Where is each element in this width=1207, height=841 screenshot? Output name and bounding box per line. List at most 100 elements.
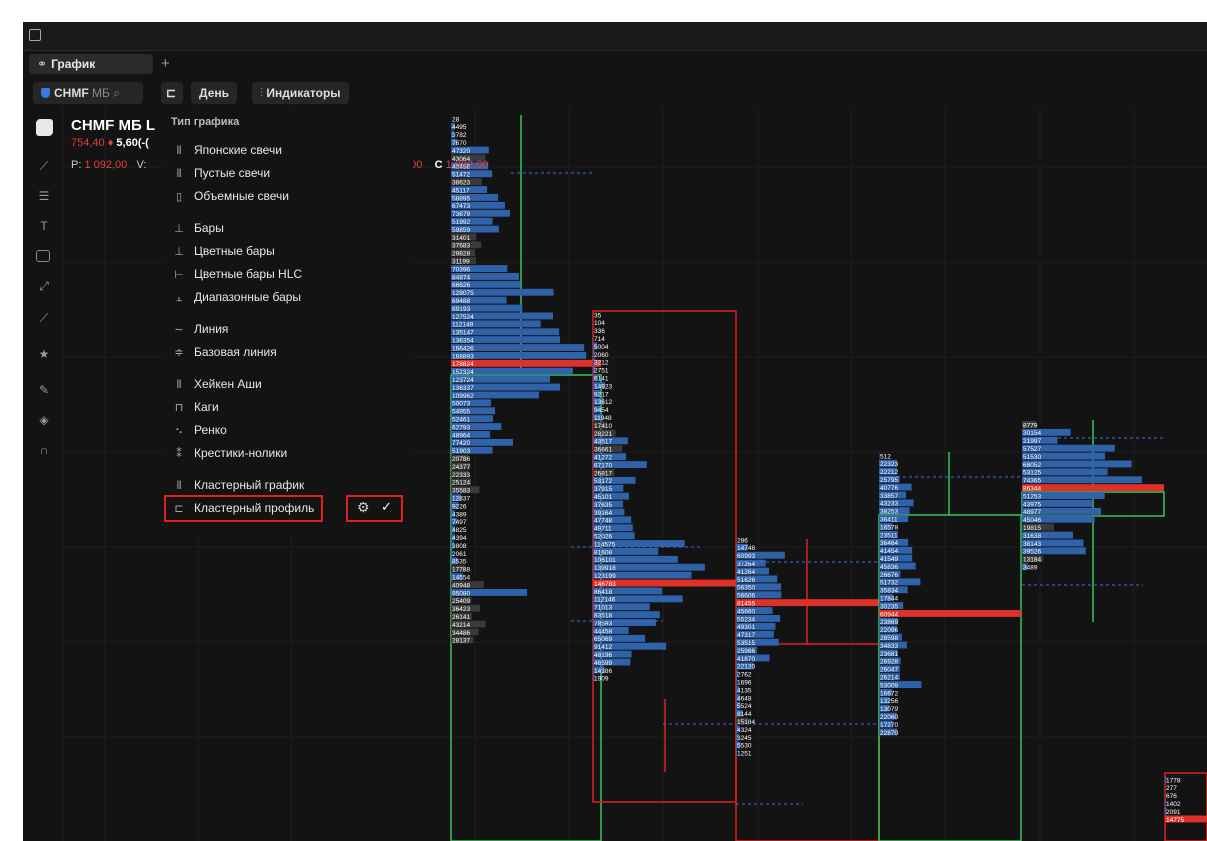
forecast-icon[interactable]: ⤢ — [36, 278, 52, 294]
volume-label: 51992 — [452, 219, 470, 226]
check-icon[interactable]: ✓ — [381, 499, 392, 515]
volume-label: 136337 — [452, 385, 474, 392]
volume-label: 28221 — [594, 431, 612, 438]
volume-label: 38623 — [452, 180, 470, 187]
highlight-cluster-profile — [164, 495, 323, 522]
volume-label: 12837 — [452, 496, 470, 503]
volume-label: 22060 — [880, 714, 898, 721]
menu-item-heikin-ashi[interactable]: ⫴ Хейкен Аши — [163, 374, 403, 394]
menu-item-label: Базовая линия — [194, 345, 277, 359]
volume-label: 9217 — [594, 391, 609, 398]
volume-label: 2061 — [452, 551, 467, 558]
volume-label: 86418 — [594, 589, 612, 596]
menu-item-renko[interactable]: ⠢ Ренко — [163, 420, 403, 440]
volume-label: 52026 — [594, 534, 612, 541]
volume-label: 714 — [594, 336, 605, 343]
price-value: 754,40 — [71, 137, 105, 149]
volume-label: 3212 — [594, 360, 609, 367]
menu-item-candles[interactable]: ⫴ Японские свечи — [163, 140, 403, 160]
volume-label: 33857 — [880, 493, 898, 500]
volume-label: 23511 — [880, 532, 898, 539]
text-icon[interactable]: T — [36, 218, 52, 234]
link-icon: ⚭ — [37, 57, 48, 71]
volume-label: 26817 — [594, 470, 612, 477]
menu-item-point-figure[interactable]: ⁑ Крестики-нолики — [163, 443, 403, 463]
menu-item-bars[interactable]: ⊥ Бары — [163, 218, 403, 238]
volume-label: 39164 — [594, 510, 612, 517]
point-figure-icon: ⁑ — [176, 448, 182, 460]
pencil-icon[interactable]: ✎ — [36, 382, 52, 398]
menu-item-hlc-bars[interactable]: ⊢ Цветные бары HLC — [163, 264, 403, 284]
volume-label: 166426 — [452, 345, 474, 352]
menu-item-line[interactable]: ∼ Линия — [163, 319, 403, 339]
indicators-icon: ⫶ — [260, 86, 264, 100]
menu-item-cluster-chart[interactable]: ⫴ Кластерный график — [163, 475, 403, 495]
volume-label: 1778 — [1166, 777, 1181, 784]
app-window: 28 4495 3782 7670 47320 43064 46488 51472 38623 4… — [23, 22, 1207, 841]
volume-label: 17844 — [880, 596, 898, 603]
symbol-search[interactable]: CHMF МБ ⌕ — [33, 82, 143, 104]
volume-label: 38253 — [880, 509, 898, 516]
volume-label: 25124 — [452, 480, 470, 487]
volume-label: 104 — [594, 320, 605, 327]
menu-item-range-bars[interactable]: ⫠ Диапазонные бары — [163, 287, 403, 307]
gear-icon[interactable]: ⚙ — [357, 499, 370, 516]
volume-label: 46599 — [594, 660, 612, 667]
hollow-candles-icon: ⫴ — [176, 168, 182, 180]
volume-label: 69488 — [452, 298, 470, 305]
volume-label: 48964 — [452, 432, 470, 439]
volume-label: 3245 — [737, 735, 752, 742]
volume-label: 55234 — [737, 616, 755, 623]
star-icon[interactable]: ★ — [36, 346, 52, 362]
volume-label: 51732 — [880, 580, 898, 587]
ruler-icon[interactable]: ⟋ — [36, 310, 52, 326]
volume-label: 112146 — [594, 597, 616, 604]
tab-chart[interactable]: ⚭ График — [29, 54, 153, 74]
trendline-icon[interactable]: ⟋ — [36, 158, 52, 174]
volume-label: 2091 — [1166, 809, 1181, 816]
fib-icon[interactable]: ☰ — [36, 188, 52, 204]
volume-label: 37915 — [594, 486, 612, 493]
volume-label: 21997 — [1023, 438, 1041, 445]
volume-label: 4648 — [737, 695, 752, 702]
indicators-button[interactable]: ⫶ Индикаторы — [252, 82, 349, 104]
volume-label: 109962 — [452, 393, 474, 400]
period-button[interactable]: День — [191, 82, 237, 104]
volume-label: 23869 — [880, 619, 898, 626]
menu-item-baseline[interactable]: ≑ Базовая линия — [163, 342, 403, 362]
volume-label: 35 — [594, 312, 602, 319]
volume-label: 123724 — [452, 377, 474, 384]
window-icon[interactable] — [29, 29, 41, 41]
volume-label: 35583 — [452, 488, 470, 495]
menu-item-label: Ренко — [194, 423, 227, 437]
open-label: P: — [71, 159, 82, 171]
menu-item-label: Бары — [194, 221, 224, 235]
menu-item-color-bars[interactable]: ⊥ Цветные бары — [163, 241, 403, 261]
volume-label: 50073 — [452, 401, 470, 408]
magnet-icon[interactable]: ∩ — [36, 442, 52, 458]
volume-label: 4324 — [737, 727, 752, 734]
volume-label: 31401 — [452, 235, 470, 242]
volume-label: 16672 — [880, 690, 898, 697]
volume-label: 35834 — [880, 588, 898, 595]
color-bars-icon: ⊥ — [174, 246, 184, 258]
menu-item-hollow-candles[interactable]: ⫴ Пустые свечи — [163, 163, 403, 183]
menu-item-kagi[interactable]: ⊓ Каги — [163, 397, 403, 417]
menu-item-label: Японские свечи — [194, 143, 282, 157]
volume-label: 676 — [1166, 793, 1177, 800]
volume-label: 8144 — [737, 711, 752, 718]
volume-label: 22096 — [880, 627, 898, 634]
open-value: 1 092,00 — [84, 159, 128, 171]
layers-icon[interactable]: ◈ — [36, 412, 52, 428]
volume-label: 70396 — [452, 266, 470, 273]
menu-item-label: Каги — [194, 400, 219, 414]
volume-label: 81455 — [737, 601, 755, 608]
volume-label: 336 — [594, 328, 605, 335]
menu-item-label: Цветные бары HLC — [194, 267, 303, 281]
volume-label: 53125 — [1023, 470, 1041, 477]
add-tab-button[interactable]: + — [161, 54, 170, 74]
volume-label: 67170 — [594, 462, 612, 469]
chart-type-button[interactable]: ⊏ — [161, 82, 183, 104]
rectangle-icon[interactable] — [36, 250, 50, 262]
menu-item-volume-candles[interactable]: ▯ Объемные свечи — [163, 186, 403, 206]
